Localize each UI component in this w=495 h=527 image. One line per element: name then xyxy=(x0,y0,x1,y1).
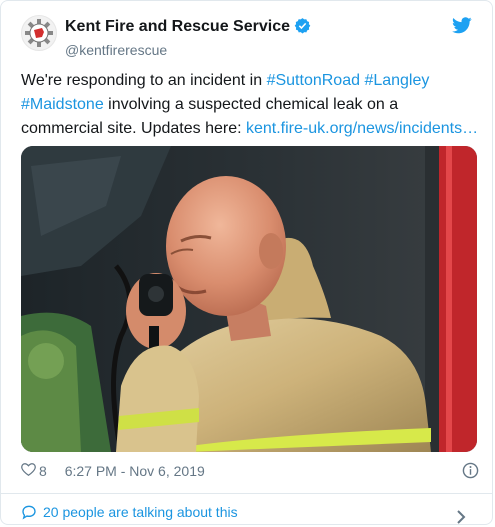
info-icon[interactable] xyxy=(462,462,479,484)
divider xyxy=(1,493,492,494)
like-count: 8 xyxy=(39,463,47,479)
display-name[interactable]: Kent Fire and Rescue Service xyxy=(65,18,290,35)
tweet-card: Kent Fire and Rescue Service @kentfirere… xyxy=(0,0,493,525)
tweet-header: Kent Fire and Rescue Service @kentfirere… xyxy=(21,15,474,59)
speech-bubble-icon xyxy=(21,504,43,520)
twitter-bird-icon[interactable] xyxy=(452,17,472,39)
timestamp[interactable]: 6:27 PM - Nov 6, 2019 xyxy=(65,463,205,479)
tweet-text-start: We're responding to an incident in xyxy=(21,72,267,89)
like-button[interactable]: 8 xyxy=(21,461,61,481)
tweet-text: We're responding to an incident in #Sutt… xyxy=(21,69,481,141)
hashtag-maidstone[interactable]: #Maidstone xyxy=(21,96,104,113)
kfrs-logo xyxy=(25,19,53,47)
tweet-photo[interactable] xyxy=(21,146,477,452)
conversation-link[interactable]: 20 people are talking about this xyxy=(21,501,474,524)
hashtag-suttonroad[interactable]: #SuttonRoad xyxy=(267,72,360,89)
avatar[interactable] xyxy=(21,15,57,51)
incident-link[interactable]: kent.fire-uk.org/news/incidents… xyxy=(246,120,478,137)
talking-label[interactable]: 20 people are talking about this xyxy=(43,504,238,520)
firefighter-radio-photo xyxy=(21,146,477,452)
verified-badge-icon xyxy=(294,17,311,40)
heart-icon[interactable] xyxy=(21,461,36,481)
display-name-row[interactable]: Kent Fire and Rescue Service xyxy=(65,17,311,40)
tweet-meta: 8 6:27 PM - Nov 6, 2019 xyxy=(21,461,479,481)
chevron-right-icon[interactable] xyxy=(456,505,472,527)
hashtag-langley[interactable]: #Langley xyxy=(364,72,429,89)
handle[interactable]: @kentfirerescue xyxy=(65,40,311,60)
